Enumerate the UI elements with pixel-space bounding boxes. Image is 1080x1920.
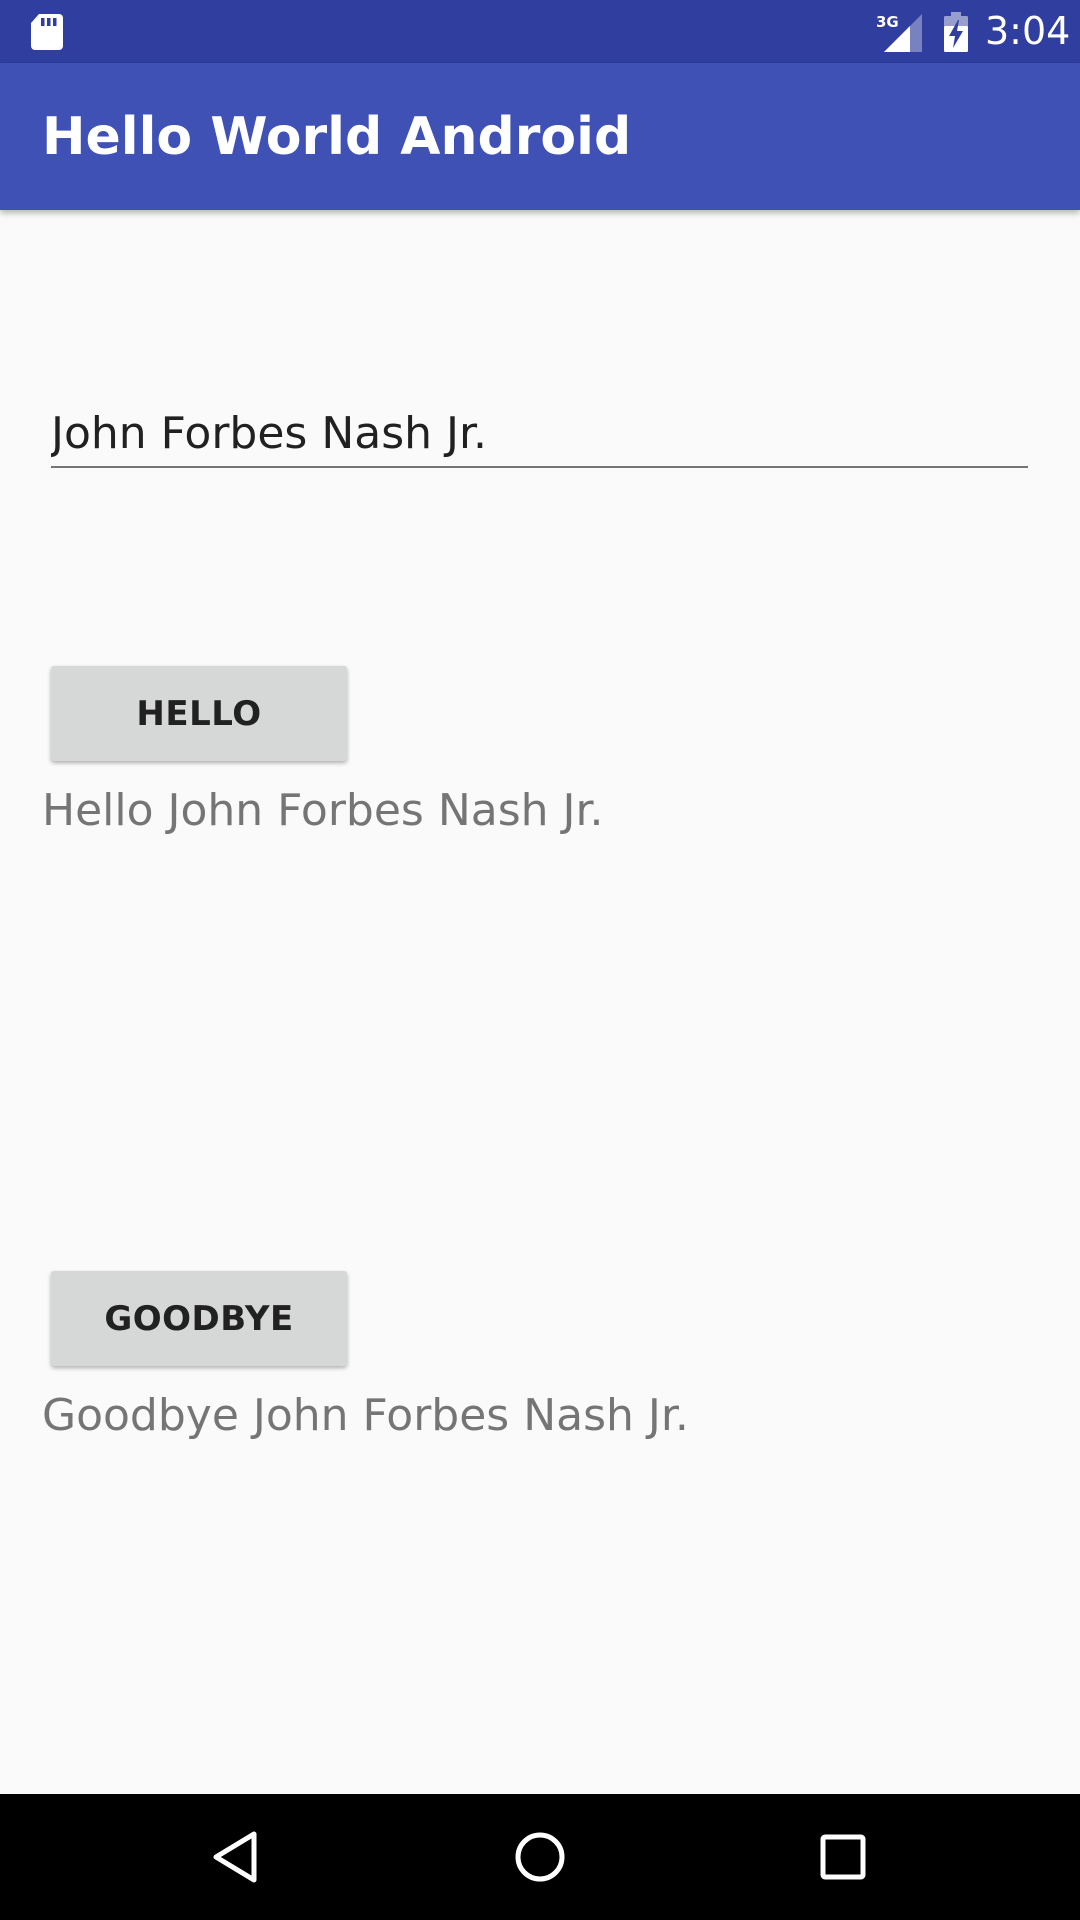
back-icon[interactable] <box>200 1822 270 1892</box>
hello-result-text: Hello John Forbes Nash Jr. <box>42 785 604 836</box>
sd-card-icon <box>31 14 63 50</box>
app-bar: Hello World Android <box>0 63 1080 210</box>
status-bar: 3G 3:04 <box>0 0 1080 63</box>
clock: 3:04 <box>985 9 1071 53</box>
name-input[interactable] <box>51 400 1028 468</box>
hello-button[interactable]: HELLO <box>51 666 347 761</box>
battery-charging-icon <box>944 12 968 52</box>
recents-icon[interactable] <box>808 1822 878 1892</box>
navigation-bar <box>0 1794 1080 1920</box>
network-type-label: 3G <box>876 13 899 31</box>
goodbye-button[interactable]: GOODBYE <box>51 1271 347 1366</box>
signal-3g-icon: 3G <box>876 13 922 52</box>
app-title: Hello World Android <box>42 107 632 167</box>
home-icon[interactable] <box>505 1822 575 1892</box>
goodbye-result-text: Goodbye John Forbes Nash Jr. <box>42 1390 689 1441</box>
